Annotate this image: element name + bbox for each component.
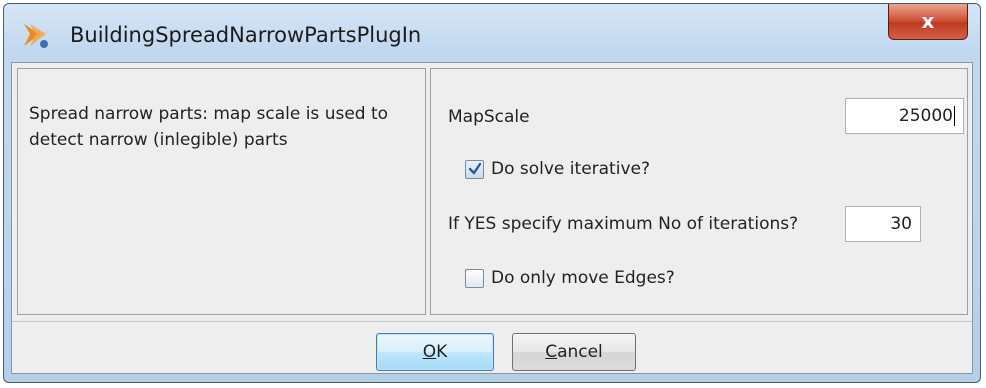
cancel-label: ancel (557, 342, 603, 362)
mapscale-label: MapScale (448, 107, 530, 127)
options-panel: MapScale 25000 Do solve iterative? If YE… (430, 68, 968, 315)
button-separator (12, 321, 972, 322)
mapscale-value: 25000 (898, 106, 953, 126)
cancel-button[interactable]: Cancel (512, 333, 636, 371)
iterative-checkbox[interactable] (465, 160, 484, 179)
dialog-window: BuildingSpreadNarrowPartsPlugIn x Spread… (3, 3, 981, 383)
ok-label: K (436, 342, 448, 362)
ok-mnemonic: O (422, 342, 437, 362)
iterative-label[interactable]: Do solve iterative? (491, 159, 650, 179)
iterations-field[interactable]: 30 (845, 206, 921, 242)
window-title: BuildingSpreadNarrowPartsPlugIn (70, 23, 422, 47)
edges-checkbox[interactable] (465, 269, 484, 288)
description-panel: Spread narrow parts: map scale is used t… (17, 68, 426, 315)
cancel-mnemonic: C (545, 342, 558, 362)
mapscale-field[interactable]: 25000 (845, 98, 964, 134)
title-bar[interactable]: BuildingSpreadNarrowPartsPlugIn x (4, 4, 980, 62)
text-cursor (954, 106, 955, 126)
iterations-value: 30 (890, 214, 912, 234)
close-button[interactable]: x (888, 4, 968, 40)
edges-label[interactable]: Do only move Edges? (491, 268, 675, 288)
dialog-content: Spread narrow parts: map scale is used t… (11, 62, 973, 374)
description-text: Spread narrow parts: map scale is used t… (29, 104, 389, 150)
iterations-label: If YES specify maximum No of iterations? (448, 214, 799, 234)
ok-button[interactable]: OK (376, 333, 494, 371)
checkmark-icon (468, 162, 482, 175)
close-icon: x (921, 9, 935, 33)
plugin-logo-icon (24, 24, 48, 48)
